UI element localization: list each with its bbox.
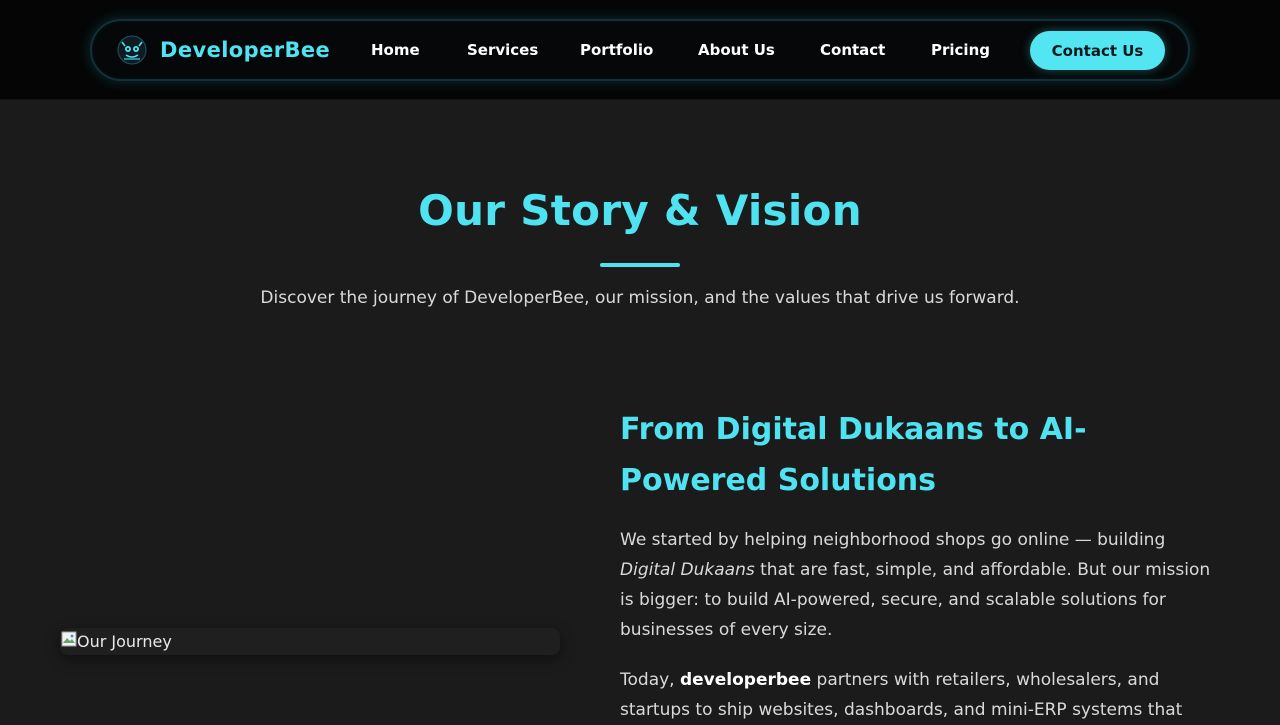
page-title: Our Story & Vision	[418, 186, 862, 235]
brand-name: DeveloperBee	[160, 38, 331, 62]
broken-image-icon	[61, 631, 77, 646]
story-paragraph-1-text: We started by helping neighborhood shops…	[620, 530, 1166, 550]
story-emphasis-digital-dukaans: Digital Dukaans	[620, 560, 755, 580]
nav-link-pricing[interactable]: Pricing	[931, 36, 990, 64]
story-image: Our Journey	[60, 628, 560, 655]
story-paragraph-2-text: Today,	[620, 670, 680, 690]
page-subtitle: Discover the journey of DeveloperBee, ou…	[260, 288, 1020, 308]
nav-link-portfolio[interactable]: Portfolio	[580, 36, 653, 64]
story-heading: From Digital Dukaans to AI-Powered Solut…	[620, 412, 1087, 498]
contact-us-button[interactable]: Contact Us	[1030, 31, 1165, 70]
nav-link-contact[interactable]: Contact	[820, 36, 885, 64]
story-paragraph-2: Today, developerbee partners with retail…	[620, 665, 1225, 725]
top-navigation-bar: DeveloperBee Home Services Portfolio Abo…	[0, 0, 1280, 100]
brand-logo-link[interactable]: DeveloperBee	[116, 33, 330, 67]
story-image-alt-text: Our Journey	[77, 632, 172, 651]
title-divider	[600, 263, 680, 267]
nav-link-services[interactable]: Services	[467, 36, 538, 64]
nav-link-about-us[interactable]: About Us	[698, 36, 775, 64]
story-brand-mention: developerbee	[679, 670, 812, 690]
nav-link-home[interactable]: Home	[371, 36, 420, 64]
bee-logo-icon	[116, 34, 148, 66]
story-paragraph-1: We started by helping neighborhood shops…	[620, 525, 1225, 645]
